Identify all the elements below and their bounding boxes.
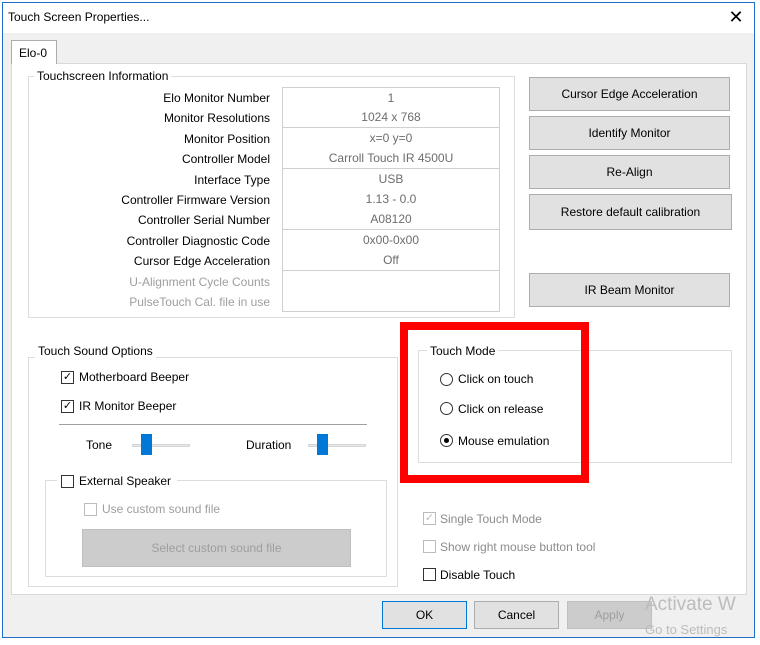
info-row-value	[282, 291, 500, 312]
disable-touch-checkbox[interactable]	[423, 568, 436, 581]
use-custom-sound-file-checkbox[interactable]	[84, 503, 97, 516]
ir-beam-monitor-button[interactable]: IR Beam Monitor	[529, 273, 730, 307]
cursor-edge-acceleration-button[interactable]: Cursor Edge Acceleration	[529, 77, 730, 111]
info-row-value: Off	[282, 250, 500, 271]
go-to-settings-watermark: Go to Settings	[645, 622, 728, 637]
info-row-label: U-Alignment Cycle Counts	[129, 275, 270, 289]
info-row-label: Monitor Resolutions	[163, 111, 270, 125]
info-row-value: A08120	[282, 209, 500, 230]
use-custom-sound-file-label: Use custom sound file	[102, 502, 221, 516]
external-speaker-checkbox[interactable]	[61, 475, 74, 488]
info-row-value: USB	[282, 169, 500, 190]
window-title: Touch Screen Properties...	[8, 10, 150, 24]
ok-button[interactable]: OK	[382, 601, 467, 629]
ir-monitor-beeper-label: IR Monitor Beeper	[79, 399, 177, 413]
info-row-value: 1	[282, 87, 500, 108]
restore-default-calibration-button[interactable]: Restore default calibration	[529, 194, 732, 230]
tab-elo-0[interactable]: Elo-0	[11, 40, 57, 64]
tone-label: Tone	[86, 438, 113, 452]
duration-label: Duration	[246, 438, 292, 452]
tone-slider[interactable]	[141, 434, 152, 455]
cancel-button[interactable]: Cancel	[474, 601, 559, 629]
info-row-label: Controller Diagnostic Code	[126, 234, 270, 248]
info-row-value: 1024 x 768	[282, 107, 500, 128]
single-touch-mode-checkbox[interactable]: ✓	[423, 512, 436, 525]
sound-divider	[59, 424, 367, 425]
info-row-value: 0x00-0x00	[282, 230, 500, 251]
duration-slider[interactable]	[317, 434, 328, 455]
single-touch-mode-label: Single Touch Mode	[440, 512, 542, 526]
touch-mode-highlight-box	[400, 322, 589, 483]
motherboard-beeper-label: Motherboard Beeper	[79, 370, 190, 384]
ir-monitor-beeper-checkbox[interactable]: ✓	[61, 400, 74, 413]
disable-touch-label: Disable Touch	[440, 568, 516, 582]
info-row-label: Monitor Position	[183, 132, 270, 146]
info-row-label: Cursor Edge Acceleration	[133, 254, 270, 268]
info-row-label: PulseTouch Cal. file in use	[129, 295, 270, 309]
show-right-mouse-button-tool-label: Show right mouse button tool	[440, 540, 596, 554]
touch-sound-options-legend: Touch Sound Options	[35, 344, 156, 358]
motherboard-beeper-checkbox[interactable]: ✓	[61, 371, 74, 384]
info-row-label: Controller Firmware Version	[121, 193, 270, 207]
info-row-label: Elo Monitor Number	[163, 91, 270, 105]
select-custom-sound-file-button[interactable]: Select custom sound file	[82, 529, 351, 567]
info-row-label: Interface Type	[194, 173, 270, 187]
apply-button[interactable]: Apply	[567, 601, 652, 629]
activate-windows-watermark: Activate W	[645, 594, 736, 615]
info-row-value: x=0 y=0	[282, 128, 500, 149]
show-right-mouse-button-tool-checkbox[interactable]	[423, 540, 436, 553]
info-row-value: 1.13 - 0.0	[282, 189, 500, 210]
external-speaker-label: External Speaker	[79, 474, 172, 488]
close-icon[interactable]: ✕	[722, 4, 750, 30]
identify-monitor-button[interactable]: Identify Monitor	[529, 116, 730, 150]
info-row-label: Controller Model	[181, 152, 270, 166]
info-row-value: Carroll Touch IR 4500U	[282, 148, 500, 169]
tab-label: Elo-0	[19, 46, 48, 60]
re-align-button[interactable]: Re-Align	[529, 155, 730, 189]
info-row-value	[282, 271, 500, 292]
touchscreen-info-legend: Touchscreen Information	[34, 69, 172, 83]
info-row-label: Controller Serial Number	[137, 213, 270, 227]
